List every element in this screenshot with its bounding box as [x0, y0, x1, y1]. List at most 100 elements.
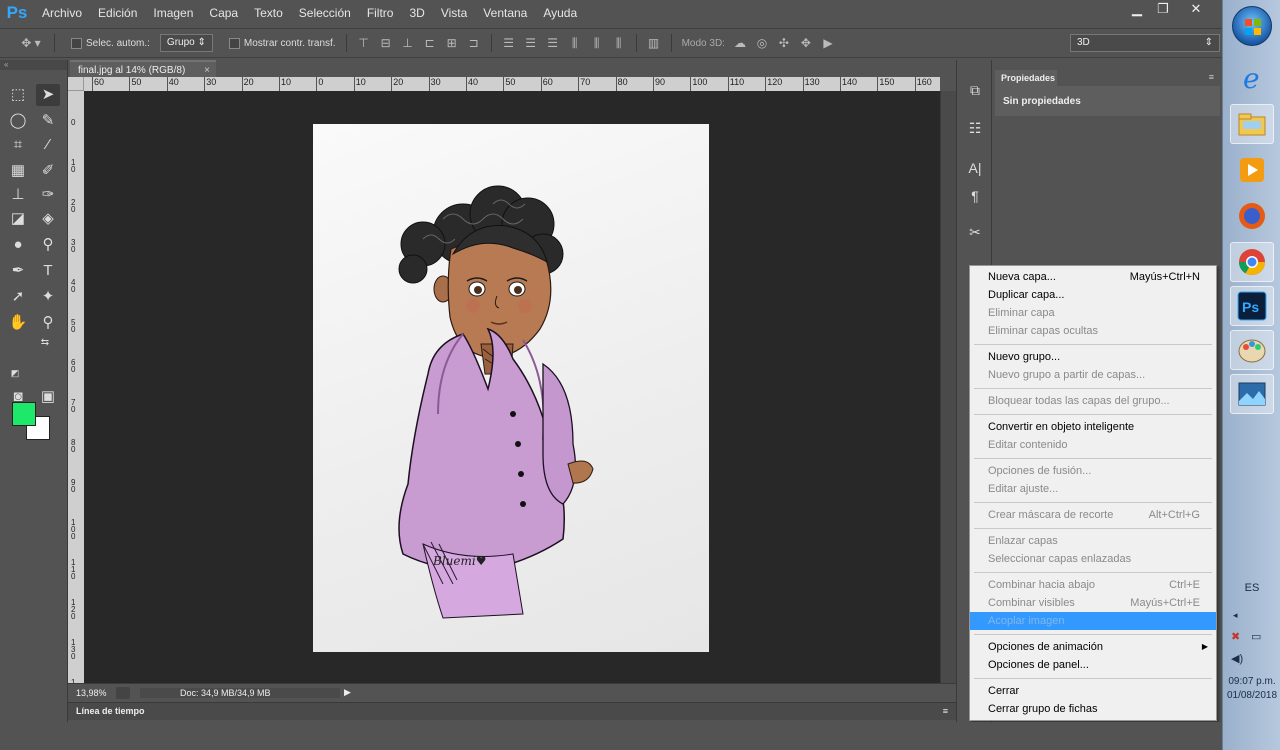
context-menu-item[interactable]: Eliminar capa — [970, 304, 1216, 322]
brush-tool-icon[interactable]: ✐ — [36, 160, 60, 182]
menu-imagen[interactable]: Imagen — [145, 0, 201, 26]
pan-3d-icon[interactable]: ✣ — [777, 36, 791, 50]
shape-tool-icon[interactable]: ✦ — [36, 286, 60, 308]
menu-vista[interactable]: Vista — [433, 0, 475, 26]
panel-menu-icon[interactable]: ≡ — [943, 703, 948, 720]
canvas-area[interactable]: Bluemi♥ — [84, 91, 940, 683]
timeline-panel-header[interactable]: Línea de tiempo ≡ — [68, 702, 956, 720]
restore-button[interactable]: ❐ — [1148, 0, 1178, 18]
vertical-ruler[interactable]: 0 1 0 2 0 3 0 4 0 5 0 6 0 7 0 8 0 9 0 1 0 0 1 1 0 1 … — [68, 91, 84, 683]
horizontal-ruler[interactable]: 60 50 40 30 20 10 0 10 20 30 40 50 60 70 80 90 100 110 120… — [84, 77, 940, 91]
healing-brush-tool-icon[interactable]: ▦ — [6, 160, 30, 182]
type-tool-icon[interactable]: T — [36, 260, 60, 282]
menu-3d[interactable]: 3D — [401, 0, 432, 26]
character-panel-icon[interactable]: A| — [965, 158, 985, 178]
screen-mode-icon[interactable]: ▣ — [36, 386, 60, 408]
align-right-icon[interactable]: ⊐ — [467, 36, 481, 50]
show-transform-checkbox[interactable] — [228, 37, 240, 49]
eyedropper-tool-icon[interactable]: ⁄ — [36, 134, 60, 156]
zoom-tool-icon[interactable]: ⚲ — [36, 312, 60, 334]
file-explorer-icon[interactable] — [1230, 104, 1274, 144]
marquee-tool-icon[interactable]: ⬚ — [6, 84, 30, 106]
distribute-hcenter-icon[interactable]: ⫼ — [590, 36, 604, 50]
ruler-origin[interactable] — [68, 77, 84, 91]
camera-3d-icon[interactable]: ▶ — [821, 36, 835, 50]
roll-3d-icon[interactable]: ◎ — [755, 36, 769, 50]
paragraph-panel-icon[interactable]: ¶ — [965, 186, 985, 206]
menu-archivo[interactable]: Archivo — [34, 0, 90, 26]
photoshop-icon[interactable]: Ps — [1230, 286, 1274, 326]
menu-filtro[interactable]: Filtro — [359, 0, 402, 26]
distribute-vcenter-icon[interactable]: ☰ — [524, 36, 538, 50]
network-status-icon[interactable]: ✖ — [1231, 630, 1240, 643]
foreground-color-swatch[interactable] — [12, 402, 36, 426]
context-menu-item[interactable]: Cerrar grupo de fichas — [970, 700, 1216, 718]
lasso-tool-icon[interactable]: ◯ — [6, 110, 30, 132]
tray-expand-icon[interactable]: ◂ — [1233, 610, 1238, 621]
firefox-icon[interactable] — [1230, 196, 1274, 236]
move-tool-preset-icon[interactable]: ✥ ▾ — [18, 36, 44, 50]
workspace-dropdown[interactable]: 3D ⇕ — [1070, 34, 1220, 52]
context-menu-item[interactable]: Duplicar capa... — [970, 286, 1216, 304]
auto-align-icon[interactable]: ▥ — [647, 36, 661, 50]
distribute-bottom-icon[interactable]: ☰ — [546, 36, 560, 50]
context-menu-item[interactable]: Convertir en objeto inteligente — [970, 418, 1216, 436]
context-menu-item[interactable]: Seleccionar capas enlazadas — [970, 550, 1216, 568]
tools-panel-header[interactable]: « — [0, 60, 67, 70]
dodge-tool-icon[interactable]: ⚲ — [36, 234, 60, 256]
align-hcenter-icon[interactable]: ⊞ — [445, 36, 459, 50]
pen-tool-icon[interactable]: ✒ — [6, 260, 30, 282]
display-icon[interactable]: ▭ — [1251, 630, 1261, 643]
crop-tool-icon[interactable]: ⌗ — [6, 134, 30, 156]
history-panel-icon[interactable]: ⧉ — [965, 80, 985, 100]
swap-colors-icon[interactable]: ⇆ — [38, 336, 52, 350]
clock-time[interactable]: 09:07 p.m. — [1223, 676, 1280, 687]
blur-tool-icon[interactable]: ● — [6, 234, 30, 256]
chrome-icon[interactable] — [1230, 242, 1274, 282]
properties-tab[interactable]: Propiedades — [995, 70, 1057, 86]
align-top-icon[interactable]: ⊤ — [357, 36, 371, 50]
auto-select-dropdown[interactable]: Grupo ⇕ — [159, 34, 213, 52]
zoom-level[interactable]: 13,98% — [68, 688, 116, 698]
distribute-left-icon[interactable]: ⫼ — [568, 36, 582, 50]
status-info-icon[interactable] — [116, 686, 130, 699]
language-indicator[interactable]: ES — [1223, 582, 1280, 594]
context-menu-item[interactable]: Combinar visibles Mayús+Ctrl+E — [970, 594, 1216, 612]
context-menu-item[interactable]: Eliminar capas ocultas — [970, 322, 1216, 340]
menu-seleccion[interactable]: Selección — [291, 0, 359, 26]
align-left-icon[interactable]: ⊏ — [423, 36, 437, 50]
menu-edicion[interactable]: Edición — [90, 0, 145, 26]
menu-capa[interactable]: Capa — [201, 0, 246, 26]
tool-presets-icon[interactable]: ✂ — [965, 222, 985, 242]
context-menu-item[interactable]: Bloquear todas las capas del grupo... — [970, 392, 1216, 410]
align-bottom-icon[interactable]: ⊥ — [401, 36, 415, 50]
context-menu-item[interactable]: Cerrar — [970, 682, 1216, 700]
default-colors-icon[interactable]: ◩ — [8, 366, 22, 380]
context-menu-item[interactable]: Opciones de animación ▶ — [970, 638, 1216, 656]
auto-select-checkbox[interactable] — [71, 37, 82, 49]
quick-selection-tool-icon[interactable]: ✎ — [36, 110, 60, 132]
context-menu-item[interactable]: Nuevo grupo... — [970, 348, 1216, 366]
menu-ayuda[interactable]: Ayuda — [535, 0, 585, 26]
paint-bucket-tool-icon[interactable]: ◈ — [36, 208, 60, 230]
distribute-top-icon[interactable]: ☰ — [502, 36, 516, 50]
context-menu-item[interactable]: Nueva capa... Mayús+Ctrl+N — [970, 268, 1216, 286]
context-menu-item[interactable]: Opciones de panel... — [970, 656, 1216, 674]
start-button[interactable] — [1232, 6, 1272, 46]
eraser-tool-icon[interactable]: ◪ — [6, 208, 30, 230]
path-selection-tool-icon[interactable]: ➚ — [6, 286, 30, 308]
context-menu-item[interactable]: Crear máscara de recorte Alt+Ctrl+G — [970, 506, 1216, 524]
media-player-icon[interactable] — [1230, 150, 1274, 190]
context-menu-item[interactable]: Editar ajuste... — [970, 480, 1216, 498]
menu-texto[interactable]: Texto — [246, 0, 291, 26]
volume-icon[interactable]: ◀) — [1231, 652, 1243, 665]
paint-icon[interactable] — [1230, 330, 1274, 370]
hand-tool-icon[interactable]: ✋ — [6, 312, 30, 334]
history-brush-tool-icon[interactable]: ✑ — [36, 184, 60, 206]
internet-explorer-icon[interactable]: e — [1230, 58, 1274, 98]
menu-ventana[interactable]: Ventana — [475, 0, 535, 26]
properties-menu-icon[interactable]: ≡ — [1209, 72, 1214, 82]
status-menu-arrow-icon[interactable]: ▶ — [344, 687, 351, 698]
clone-stamp-tool-icon[interactable]: ⊥ — [6, 184, 30, 206]
document-tab[interactable]: final.jpg al 14% (RGB/8) × — [70, 60, 216, 77]
